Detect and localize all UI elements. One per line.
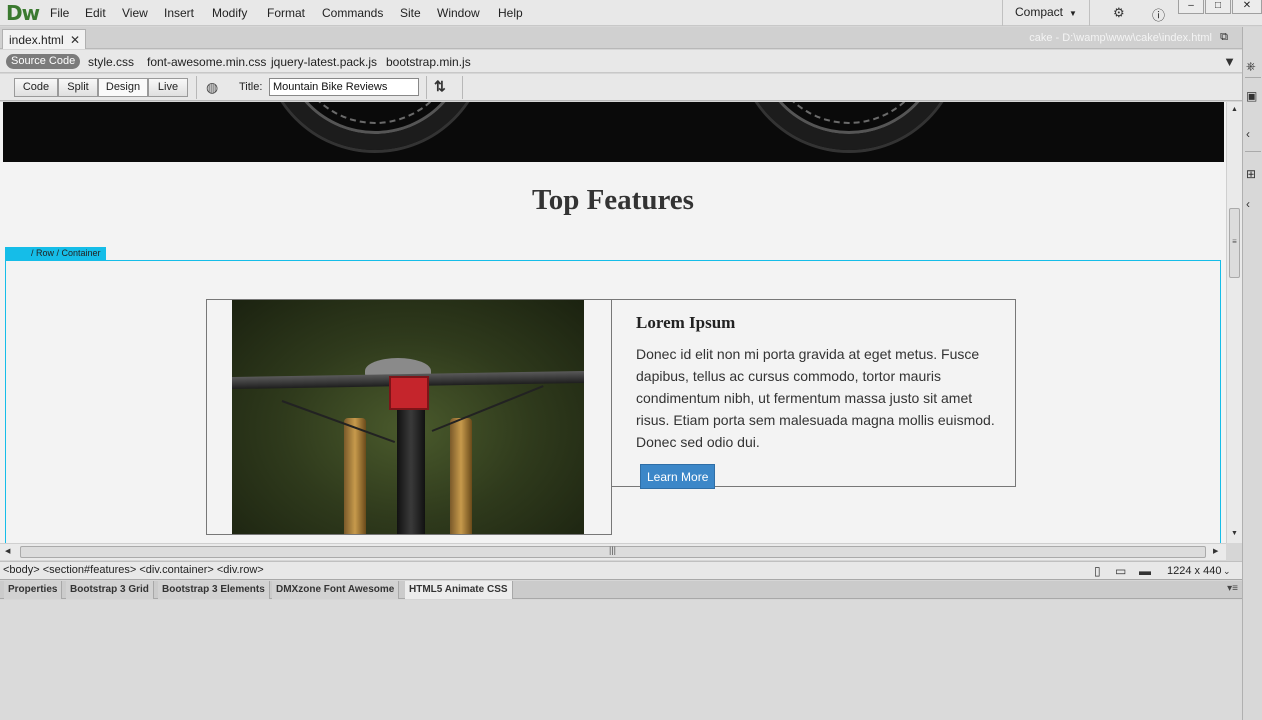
panel-tab-bar: Properties Bootstrap 3 Grid Bootstrap 3 … [0,581,1242,599]
menu-format[interactable]: Format [267,6,305,20]
learn-more-button[interactable]: Learn More [640,464,716,489]
menu-help[interactable]: Help [498,6,523,20]
live-view-button[interactable]: Live [148,78,188,97]
menu-edit[interactable]: Edit [85,6,106,20]
status-bar: <body> <section#features> <div.container… [0,561,1242,580]
workspace-switcher[interactable]: Compact ▼ [1002,0,1090,26]
related-file-bootstrap-js[interactable]: bootstrap.min.js [386,55,471,69]
vertical-scrollbar[interactable]: ▲ ≡ ▼ [1226,102,1242,543]
design-view-button[interactable]: Design [98,78,148,97]
snippets-icon[interactable]: ‹ [1246,197,1250,211]
tab-bootstrap-elements[interactable]: Bootstrap 3 Elements [158,581,270,599]
menu-insert[interactable]: Insert [164,6,194,20]
filter-icon[interactable]: ▼ [1223,54,1236,69]
file-management-icon[interactable]: ⇅ [434,78,446,95]
tab-html5-animate[interactable]: HTML5 Animate CSS [405,581,513,599]
restore-icon[interactable]: ⧉ [1220,31,1228,44]
grip-icon: ||| [609,545,617,555]
sync-settings-icon[interactable]: ⚙ [1113,5,1125,21]
card-body[interactable]: Donec id elit non mi porta gravida at eg… [636,343,998,453]
chevron-down-icon: ▼ [1069,9,1077,18]
tab-bootstrap-grid[interactable]: Bootstrap 3 Grid [66,581,154,599]
related-file-style-css[interactable]: style.css [88,55,134,69]
menu-site[interactable]: Site [400,6,421,20]
dock-divider [1245,77,1261,78]
text-column[interactable]: Lorem Ipsum Donec id elit non mi porta g… [611,299,1016,489]
desktop-size-icon[interactable]: ▬ [1139,564,1151,578]
workspace-label: Compact [1015,5,1064,19]
insert-panel-icon[interactable]: ⎈ [1246,59,1256,74]
bike-fork-right [450,418,472,534]
bike-stem [389,376,429,410]
tab-font-awesome[interactable]: DMXzone Font Awesome [272,581,400,599]
related-file-source-code[interactable]: Source Code [6,54,81,69]
minimize-button[interactable]: – [1178,0,1204,14]
dom-panel-icon[interactable]: ⊞ [1246,167,1256,181]
brake-cable [431,385,544,432]
menu-modify[interactable]: Modify [212,6,247,20]
bike-headtube [397,408,425,534]
dreamweaver-logo: Dw [6,1,40,25]
window-size-dropdown[interactable]: 1224 x 440 [1167,565,1221,577]
bike-fork-left [344,418,366,534]
image-column[interactable] [206,299,612,535]
scroll-down-arrow-icon[interactable]: ▼ [1231,530,1238,537]
horizontal-scrollbar[interactable]: ◀ ||| ▶ [0,543,1226,560]
css-designer-icon[interactable]: ‹ [1246,127,1250,141]
document-tab-bar: index.html ✕ cake - D:\wamp\www\cake\ind… [0,27,1242,49]
globe-icon[interactable]: ◍ [206,79,218,96]
document-tab-label: index.html [9,33,64,47]
document-toolbar: Code Split Design Live ◍ Title: ⇅ [0,74,1242,101]
right-dock: ⎈ ▣ ‹ ⊞ ‹ [1242,27,1262,720]
tab-properties[interactable]: Properties [4,581,63,599]
scroll-left-arrow-icon[interactable]: ◀ [5,547,10,555]
close-icon[interactable]: ✕ [70,33,80,47]
related-file-font-awesome[interactable]: font-awesome.min.css [147,55,266,69]
menu-window[interactable]: Window [437,6,480,20]
menu-bar: Dw File Edit View Insert Modify Format C… [0,0,1262,26]
files-panel-icon[interactable]: ▣ [1246,89,1257,103]
design-view[interactable]: Top Features / Row / Container Lorem Ips… [0,102,1226,543]
toolbar-divider [426,76,427,99]
related-files-bar: Source Code style.css font-awesome.min.c… [0,50,1242,73]
related-file-jquery[interactable]: jquery-latest.pack.js [271,55,377,69]
menu-commands[interactable]: Commands [322,6,383,20]
brake-cable [281,400,396,443]
split-view-button[interactable]: Split [58,78,98,97]
section-title[interactable]: Top Features [0,184,1226,217]
maximize-button[interactable]: □ [1205,0,1231,14]
dock-divider [1245,151,1261,152]
panel-body [0,600,1242,720]
card-title[interactable]: Lorem Ipsum [636,313,735,333]
chevron-down-icon[interactable]: ⌄ [1223,566,1231,577]
vertical-scroll-thumb[interactable]: ≡ [1229,208,1240,278]
mobile-size-icon[interactable]: ▯ [1094,564,1101,578]
toolbar-divider [462,76,463,99]
mountain-bike-photo [232,300,584,534]
bike-wheel-right [739,102,959,150]
title-label: Title: [239,81,263,93]
toolbar-divider [196,76,197,99]
hero-image [3,102,1224,162]
menu-view[interactable]: View [122,6,148,20]
grip-icon: ≡ [1232,237,1237,246]
bike-wheel-left [265,102,485,150]
code-view-button[interactable]: Code [14,78,58,97]
info-icon[interactable]: ⓘ [1152,5,1165,24]
tablet-size-icon[interactable]: ▭ [1115,564,1126,578]
document-tab[interactable]: index.html ✕ [2,29,86,49]
element-selection-tag[interactable]: / Row / Container [5,247,106,260]
panel-menu-icon[interactable]: ▾≡ [1227,583,1238,594]
scroll-up-arrow-icon[interactable]: ▲ [1231,106,1238,113]
horizontal-scroll-thumb[interactable]: ||| [20,545,1206,558]
title-input[interactable] [269,78,419,96]
close-window-button[interactable]: ✕ [1232,0,1262,14]
document-path: cake - D:\wamp\www\cake\index.html [1029,32,1212,44]
menu-file[interactable]: File [50,6,69,20]
scroll-right-arrow-icon[interactable]: ▶ [1213,547,1218,555]
tag-selector[interactable]: <body> <section#features> <div.container… [3,564,264,576]
